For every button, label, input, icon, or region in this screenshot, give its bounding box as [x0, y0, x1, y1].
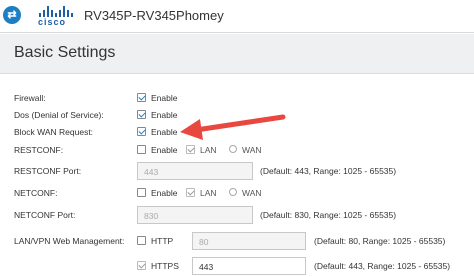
http-port-hint: (Default: 80, Range: 1025 - 65535)	[314, 236, 446, 246]
device-name: RV345P-RV345Phomey	[84, 8, 224, 23]
dos-label: Dos (Denial of Service):	[14, 110, 104, 120]
restconf-port-label: RESTCONF Port:	[14, 166, 82, 176]
netconf-label: NETCONF:	[14, 188, 58, 198]
https-checkbox[interactable]	[137, 261, 146, 270]
top-bar: ⇄ cisco RV345P-RV345Phomey	[0, 0, 474, 33]
http-port-input[interactable]: 80	[192, 232, 306, 250]
block-wan-label: Block WAN Request:	[14, 127, 94, 137]
cisco-bars-icon	[38, 5, 78, 17]
restconf-enable-label: Enable	[151, 145, 178, 155]
block-wan-enable-label: Enable	[151, 127, 178, 137]
netconf-port-label: NETCONF Port:	[14, 210, 76, 220]
cisco-wordmark: cisco	[38, 17, 67, 27]
restconf-enable-checkbox[interactable]	[137, 145, 146, 154]
restconf-row: RESTCONF: Enable LAN WAN	[0, 141, 474, 159]
restconf-lan-label: LAN	[200, 145, 217, 155]
https-label: HTTPS	[151, 261, 179, 271]
netconf-wan-checkbox[interactable]	[229, 188, 237, 196]
block-wan-row: Block WAN Request: Enable	[0, 123, 474, 141]
restconf-wan-checkbox[interactable]	[229, 145, 237, 153]
page-title: Basic Settings	[14, 44, 116, 61]
web-mgmt-http-row: LAN/VPN Web Management: HTTP 80 (Default…	[0, 232, 474, 252]
firewall-enable-checkbox[interactable]	[137, 93, 146, 102]
cisco-logo: cisco	[38, 5, 78, 29]
firewall-row: Firewall: Enable	[0, 89, 474, 107]
https-port-input[interactable]: 443	[192, 257, 306, 275]
web-mgmt-label: LAN/VPN Web Management:	[14, 236, 125, 246]
menu-toggle-button[interactable]: ⇄	[0, 0, 24, 33]
dos-enable-checkbox[interactable]	[137, 110, 146, 119]
https-port-hint: (Default: 443, Range: 1025 - 65535)	[314, 261, 451, 271]
restconf-port-row: RESTCONF Port: 443 (Default: 443, Range:…	[0, 162, 474, 182]
section-header: Basic Settings	[0, 34, 474, 74]
firewall-label: Firewall:	[14, 93, 46, 103]
netconf-enable-checkbox[interactable]	[137, 188, 146, 197]
restconf-port-input[interactable]: 443	[137, 162, 253, 180]
netconf-lan-checkbox[interactable]	[186, 188, 195, 197]
menu-icon: ⇄	[3, 6, 21, 24]
web-mgmt-https-row: HTTPS 443 (Default: 443, Range: 1025 - 6…	[0, 257, 474, 277]
firewall-enable-label: Enable	[151, 93, 178, 103]
restconf-label: RESTCONF:	[14, 145, 64, 155]
netconf-lan-label: LAN	[200, 188, 217, 198]
block-wan-enable-checkbox[interactable]	[137, 127, 146, 136]
netconf-port-input[interactable]: 830	[137, 206, 253, 224]
netconf-wan-label: WAN	[242, 188, 262, 198]
restconf-wan-label: WAN	[242, 145, 262, 155]
netconf-port-row: NETCONF Port: 830 (Default: 830, Range: …	[0, 206, 474, 226]
restconf-lan-checkbox[interactable]	[186, 145, 195, 154]
dos-enable-label: Enable	[151, 110, 178, 120]
netconf-enable-label: Enable	[151, 188, 178, 198]
netconf-row: NETCONF: Enable LAN WAN	[0, 184, 474, 202]
http-checkbox[interactable]	[137, 236, 146, 245]
netconf-port-hint: (Default: 830, Range: 1025 - 65535)	[260, 210, 397, 220]
dos-row: Dos (Denial of Service): Enable	[0, 106, 474, 124]
http-label: HTTP	[151, 236, 174, 246]
restconf-port-hint: (Default: 443, Range: 1025 - 65535)	[260, 166, 397, 176]
